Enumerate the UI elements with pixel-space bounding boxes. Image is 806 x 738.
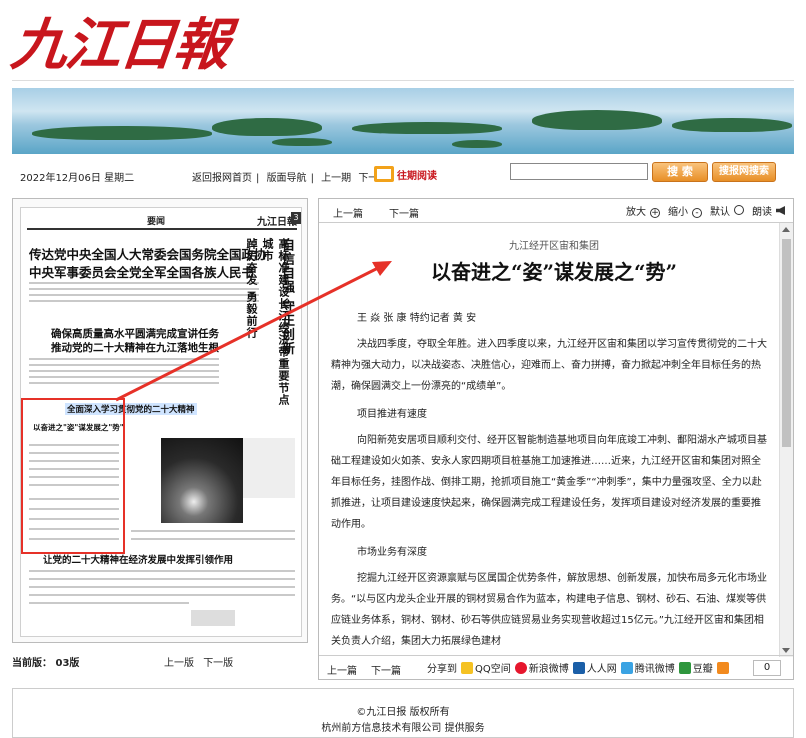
lake-banner [12,88,794,154]
scroll-thumb[interactable] [782,239,791,447]
weibo-icon[interactable] [514,661,527,674]
prev-page-link[interactable]: 上一版 [164,658,194,669]
article-subhead: 项目推进有速度 [357,409,427,420]
plus-icon: + [650,208,660,218]
article-panel: 上一篇 下一篇 放大 + 缩小 - 默认 朗读 九江经开区宙和集团 以奋进之“姿”谋… [318,198,794,680]
banner-island [672,118,792,132]
share-qzone[interactable]: QQ空间 [475,660,511,675]
banner-island [212,118,322,136]
archive-label: 往期阅读 [397,170,437,182]
service-provider[interactable]: 杭州前方信息技术有限公司 提供服务 [13,719,793,734]
page-thumbnail[interactable]: 要闻 九江日報 3 传达党中央全国人大常委会国务院全国政协 中央军事委员会全党全… [20,207,302,637]
article-paragraph: 挖掘九江经开区资源禀赋与区属国企优势条件，解放思想、创新发展，加快布局多元化市场… [331,573,767,647]
banner-island [452,140,502,148]
newspaper-logo[interactable]: 九江日報 [8,0,233,81]
thumb-photo [161,438,243,523]
renren-icon[interactable] [572,661,585,674]
masthead: 九江日報 [0,0,806,88]
issue-date: 2022年12月06日 星期二 [20,173,135,184]
thumbnail-header: 要闻 九江日報 [27,214,297,230]
share-bar: 分享到 QQ空间 新浪微博 人人网 腾讯微博 豆瓣 [427,660,731,675]
article-subhead: 市场业务有深度 [357,547,427,558]
read-aloud-button[interactable]: 朗读 [748,203,785,218]
article-byline: 王 焱 张 康 特约记者 黄 安 [357,313,477,324]
next-article-link[interactable]: 下一篇 [371,662,401,677]
thumb-stamp [191,610,235,626]
copyright: ©九江日报 版权所有 [356,707,450,718]
prev-article-link[interactable]: 上一篇 [327,662,357,677]
archive-link[interactable]: 往期阅读 [374,164,437,184]
next-page-link[interactable]: 下一版 [203,658,233,669]
thumb-vertical-title[interactable]: 踔厉奋发 勇毅前行 [243,238,259,388]
article-paragraph: 向阳新苑安居项目顺利交付、经开区智能制造基地项目向年底竣工冲刺、鄱阳湖水产城项目… [331,435,767,530]
current-page-value: 03版 [55,658,80,669]
calendar-icon [374,166,394,182]
banner-island [32,126,212,140]
banner-island [272,138,332,146]
selected-article-highlight[interactable] [21,398,125,554]
nav-links: 返回报网首页| 版面导航| 上一期 下一期 [192,169,392,184]
advanced-search-button[interactable]: 搜报网搜索 [712,162,776,182]
thumb-headline[interactable]: 让党的二十大精神在经济发展中发挥引领作用 [43,552,233,566]
home-link[interactable]: 返回报网首页 [192,173,252,184]
text-tools: 放大 + 缩小 - 默认 朗读 [618,203,785,218]
banner-island [352,122,502,134]
thumb-headline[interactable]: 传达党中央全国人大常委会国务院全国政协 [29,244,267,263]
douban-icon[interactable] [678,661,691,674]
share-label: 分享到 [427,664,457,675]
share-count: 0 [753,660,781,676]
article-kicker: 九江经开区宙和集团 [509,241,599,252]
share-weibo[interactable]: 新浪微博 [529,660,569,675]
prev-issue-link[interactable]: 上一期 [321,173,351,184]
thumb-headline[interactable]: 推动党的二十大精神在九江落地生根 [51,340,219,355]
speaker-icon [776,206,785,215]
thumb-text-block [243,438,295,498]
page-nav-link[interactable]: 版面导航 [267,173,307,184]
masthead-divider [12,80,794,81]
minus-icon: - [692,208,702,218]
reset-size-button[interactable]: 默认 [706,203,744,218]
thumb-headline[interactable]: 中央军事委员会全党全军全国各族人民书 [29,262,254,281]
article-body: 九江经开区宙和集团 以奋进之“姿”谋发展之“势” 王 焱 张 康 特约记者 黄 … [331,229,777,655]
article-scrollbar[interactable] [779,223,793,657]
toolbar: 2022年12月06日 星期二 返回报网首页| 版面导航| 上一期 下一期 往期… [12,160,794,190]
zoom-in-button[interactable]: 放大 + [622,203,660,218]
next-article-link[interactable]: 下一篇 [389,205,419,220]
share-tencent[interactable]: 腾讯微博 [635,660,675,675]
page-number-badge: 3 [291,212,301,224]
search-button[interactable]: 搜 索 [652,162,708,182]
prev-article-link[interactable]: 上一篇 [333,205,363,220]
thumbnail-section: 要闻 [147,217,166,227]
thumb-headline[interactable]: 确保高质量高水平圆满完成宣讲任务 [51,326,219,341]
share-douban[interactable]: 豆瓣 [693,660,713,675]
search-input[interactable] [510,163,648,180]
article-toolbar: 上一篇 下一篇 放大 + 缩小 - 默认 朗读 [319,199,793,223]
zoom-out-button[interactable]: 缩小 - [664,203,702,218]
article-headline: 以奋进之“姿”谋发展之“势” [430,260,677,284]
more-share-icon[interactable] [716,661,729,674]
tencent-weibo-icon[interactable] [620,661,633,674]
thumb-vertical-title[interactable]: 高标准建设长江经济带重要节点城市 [259,238,291,408]
page-thumbnail-panel: 要闻 九江日報 3 传达党中央全国人大常委会国务院全国政协 中央军事委员会全党全… [12,198,308,643]
qzone-icon[interactable] [461,661,473,674]
page-footer: ©九江日报 版权所有 杭州前方信息技术有限公司 提供服务 [12,688,794,738]
circle-icon [734,205,744,215]
article-paragraph: 决战四季度，夺取全年胜。进入四季度以来，九江经开区宙和集团以学习宣传贯彻党的二十… [331,339,767,392]
article-footer-bar: 上一篇 下一篇 分享到 QQ空间 新浪微博 人人网 腾讯微博 豆瓣 0 [319,655,793,679]
page-nav: 上一版 下一版 [164,654,239,669]
scroll-up-arrow-icon[interactable] [782,227,790,232]
current-page-label: 当前版： [12,658,52,669]
current-page: 当前版： 03版 [12,654,79,669]
scroll-down-arrow-icon[interactable] [782,648,790,653]
banner-island [532,110,662,130]
share-renren[interactable]: 人人网 [587,660,617,675]
